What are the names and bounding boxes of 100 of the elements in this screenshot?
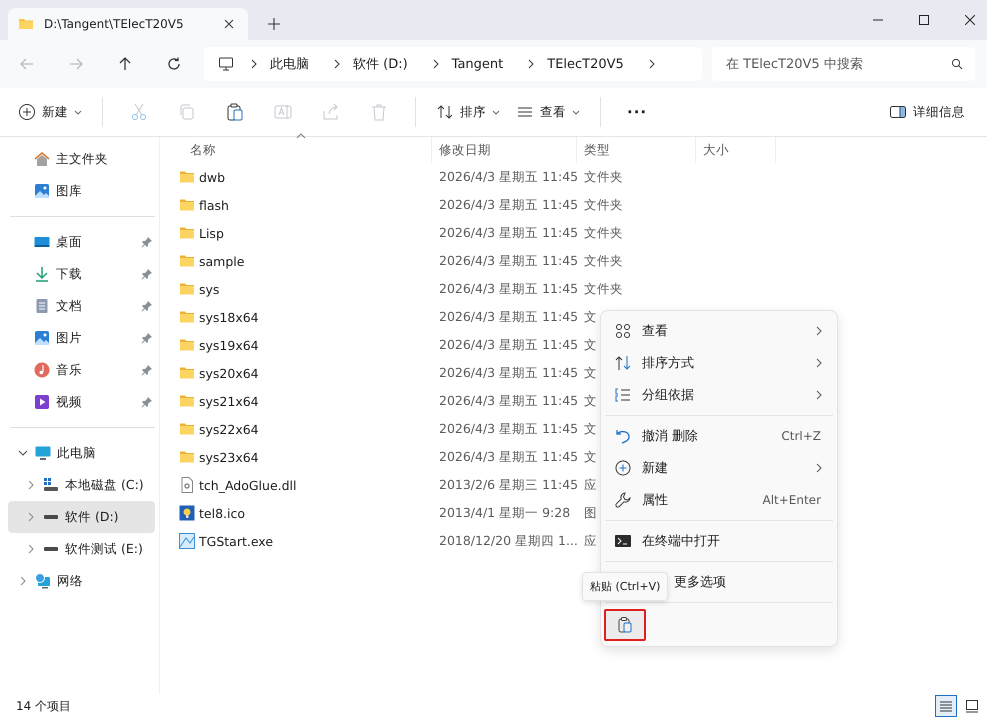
sidebar-item[interactable]: 图片 (8, 322, 155, 354)
tree-item[interactable]: 网络 (8, 565, 155, 597)
details-view-button[interactable] (935, 695, 957, 717)
sidebar-item[interactable]: 文档 (8, 290, 155, 322)
view-button[interactable]: 查看 (508, 97, 588, 127)
type-cell-text: 文件夹 (583, 168, 623, 186)
grid-icon (615, 323, 631, 339)
sidebar-item[interactable]: 音乐 (8, 354, 155, 386)
pin-icon[interactable] (141, 300, 153, 312)
chevron-icon[interactable] (432, 59, 440, 69)
chevron-down-icon[interactable] (18, 448, 28, 458)
breadcrumb[interactable]: TElecT20V5 (547, 56, 632, 72)
tree-item[interactable]: 本地磁盘 (C:) (8, 469, 155, 501)
pin-icon[interactable] (141, 268, 153, 280)
network-icon (35, 573, 51, 589)
window-tab[interactable]: D:\Tangent\TElecT20V5 (8, 8, 248, 40)
tooltip: 粘贴 (Ctrl+V) (582, 572, 668, 601)
clipboard-icon[interactable] (225, 102, 245, 122)
breadcrumb[interactable]: Tangent (452, 56, 512, 72)
sidebar-item[interactable]: 下载 (8, 258, 155, 290)
file-name[interactable]: tel8.ico (199, 506, 245, 520)
menu-item[interactable]: 查看 (601, 315, 837, 347)
home-icon (34, 151, 50, 167)
menu-item[interactable]: 新建 (601, 452, 837, 484)
menu-item[interactable]: 分组依据 (601, 379, 837, 411)
file-name[interactable]: sample (199, 254, 244, 268)
search-field[interactable]: 在 TElecT20V5 中搜索 (712, 47, 975, 81)
undo-icon (615, 428, 631, 444)
chevron-icon[interactable] (527, 59, 536, 69)
menu-item[interactable]: 撤消 删除 Ctrl+Z (601, 420, 837, 452)
pin-icon[interactable] (141, 364, 153, 376)
tiles-icon (965, 699, 979, 713)
menu-item[interactable]: 在终端中打开 (601, 525, 837, 557)
column-header[interactable]: 名称 (160, 137, 432, 163)
picture-icon (34, 330, 50, 346)
address-bar[interactable]: 此电脑 软件 (D:) Tangent TElecT20V5 (204, 47, 702, 81)
sidebar-item[interactable]: 图库 (8, 175, 155, 207)
caret-icon (74, 110, 82, 114)
tree-item[interactable]: 软件 (D:) (8, 501, 155, 533)
sort-icon (436, 103, 454, 121)
details-button[interactable]: 详细信息 (881, 97, 973, 127)
file-name[interactable]: sys20x64 (199, 366, 259, 380)
image-file-icon (179, 505, 195, 521)
desktop-icon (34, 234, 50, 250)
tree-item[interactable]: 此电脑 (8, 437, 155, 469)
file-name[interactable]: sys23x64 (199, 450, 259, 464)
tree-item[interactable]: 软件测试 (E:) (8, 533, 155, 565)
file-name[interactable]: dwb (199, 170, 226, 184)
sidebar-item[interactable]: 视频 (8, 386, 155, 418)
maximize-icon[interactable] (919, 15, 929, 25)
terminal-icon (615, 533, 631, 549)
type-cell-text: 应 (583, 476, 597, 494)
column-header[interactable]: 修改日期 (432, 137, 577, 163)
menu-item[interactable]: 排序方式 (601, 347, 837, 379)
file-name[interactable]: sys (199, 282, 220, 296)
menu-item[interactable]: 属性 Alt+Enter (601, 484, 837, 516)
sidebar-item[interactable]: 主文件夹 (8, 143, 155, 175)
paste-button[interactable] (604, 609, 646, 641)
pin-icon[interactable] (141, 396, 153, 408)
breadcrumb[interactable]: 软件 (D:) (353, 55, 416, 73)
chevron-icon[interactable] (333, 59, 341, 69)
close-icon[interactable] (224, 19, 234, 29)
type-cell-text: 文 (583, 392, 597, 410)
caret-icon (492, 110, 500, 114)
breadcrumb[interactable]: 此电脑 (270, 55, 317, 73)
new-tab-icon[interactable] (268, 18, 280, 30)
file-name[interactable]: sys18x64 (199, 310, 259, 324)
more-button[interactable]: ··· (619, 97, 656, 127)
sidebar-item[interactable]: 桌面 (8, 226, 155, 258)
folder-icon (179, 169, 195, 185)
chevron-right-icon[interactable] (26, 512, 36, 522)
plus-circle-icon (18, 103, 36, 121)
folder-icon (179, 309, 195, 325)
file-name[interactable]: TGStart.exe (199, 534, 274, 548)
column-header[interactable]: 大小 (696, 137, 776, 163)
column-header[interactable]: 类型 (577, 137, 696, 163)
chevron-right-icon[interactable] (26, 480, 36, 490)
file-name[interactable]: tch_AdoGlue.dll (199, 478, 296, 492)
folder-icon (179, 393, 195, 409)
chevron-right-icon[interactable] (26, 544, 36, 554)
video-icon (34, 394, 50, 410)
up-icon[interactable] (117, 56, 133, 72)
date-cell-text: 2026/4/3 星期五 11:45 (438, 252, 577, 270)
pin-icon[interactable] (141, 236, 153, 248)
sort-button[interactable]: 排序 (428, 97, 508, 127)
date-cell-text: 2013/4/1 星期一 9:28 (438, 504, 572, 522)
chevron-right-icon[interactable] (18, 576, 28, 586)
close-icon[interactable] (965, 15, 975, 25)
chevron-icon[interactable] (250, 59, 258, 69)
file-name[interactable]: sys19x64 (199, 338, 259, 352)
refresh-icon[interactable] (166, 56, 182, 72)
file-name[interactable]: Lisp (199, 226, 224, 240)
date-cell-text: 2026/4/3 星期五 11:45 (438, 168, 577, 186)
chevron-icon[interactable] (648, 59, 656, 69)
pin-icon[interactable] (141, 332, 153, 344)
file-name[interactable]: flash (199, 198, 229, 212)
file-name[interactable]: sys22x64 (199, 422, 259, 436)
file-name[interactable]: sys21x64 (199, 394, 259, 408)
caret-icon (572, 110, 580, 114)
new-button[interactable]: 新建 (10, 97, 90, 127)
